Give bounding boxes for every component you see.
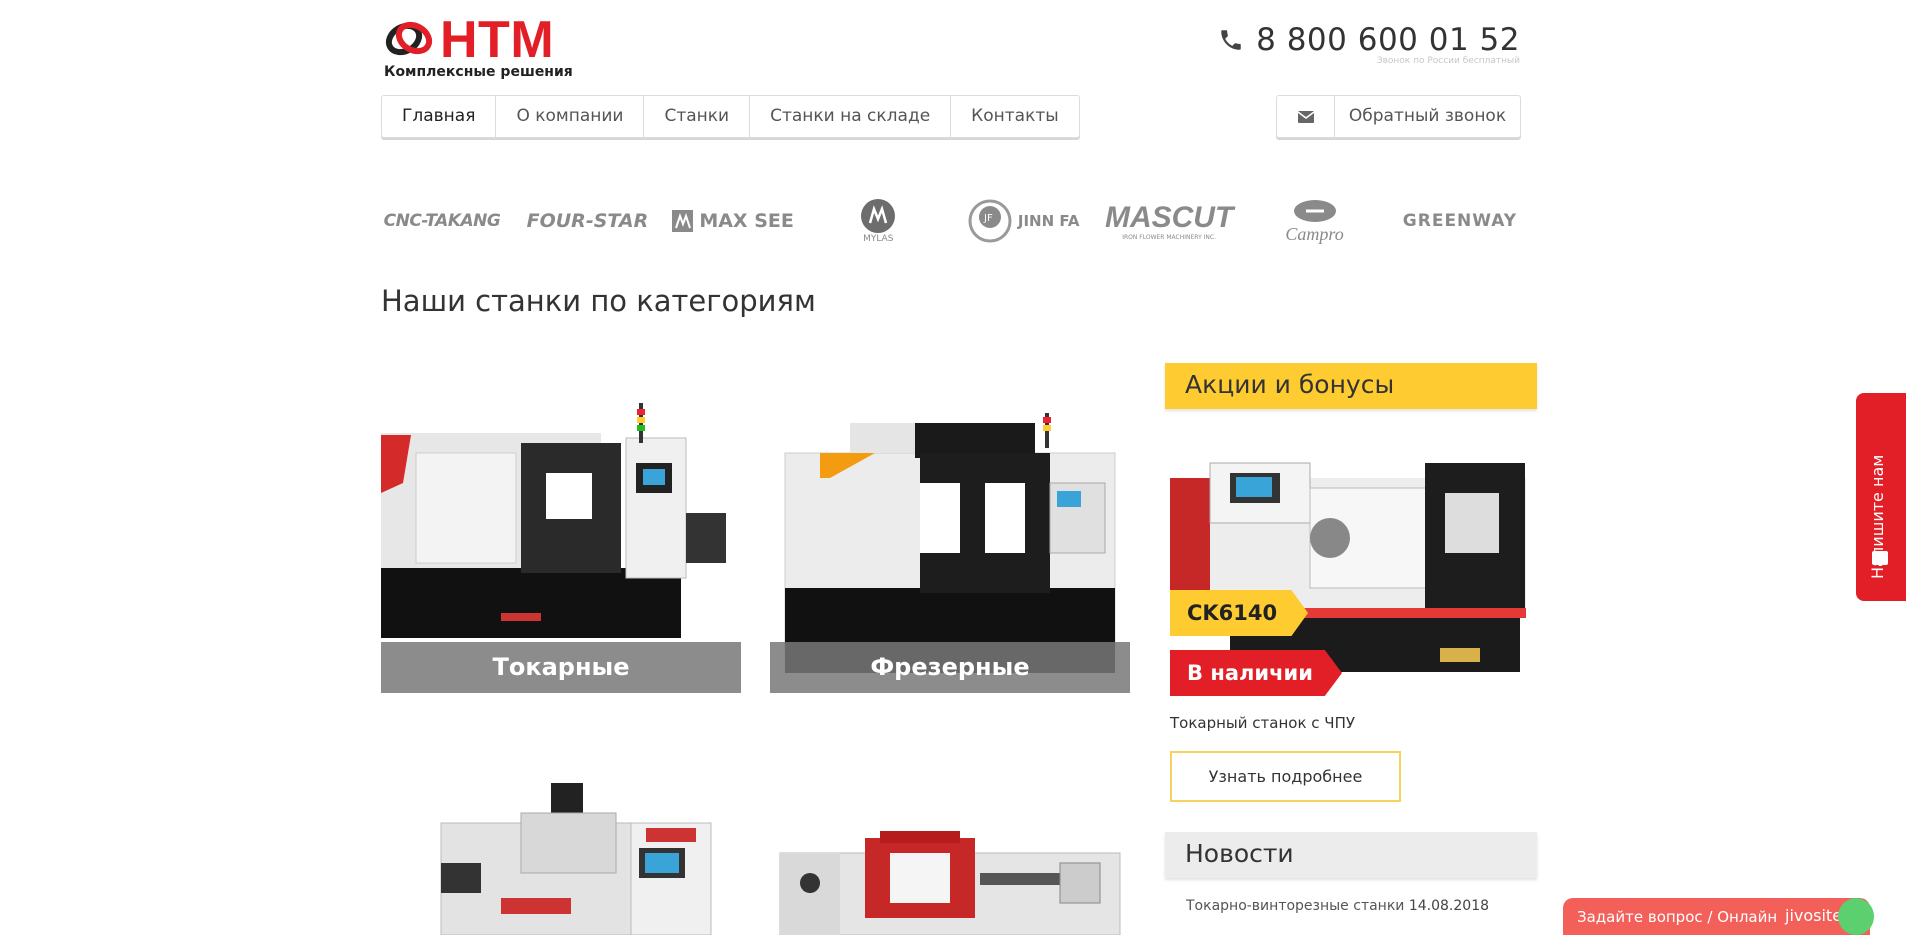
promo-stock-tag: В наличии	[1170, 650, 1342, 696]
nav-item-stock[interactable]: Станки на складе	[750, 96, 952, 137]
edm-image	[440, 783, 712, 935]
brand-label: CNC-TAKANG	[383, 211, 501, 231]
main-nav: Главная О компании Станки Станки на скла…	[381, 95, 1080, 138]
promo-model-tag: CK6140	[1170, 590, 1308, 636]
callback-label: Обратный звонок	[1348, 106, 1507, 126]
mylas-logo-icon	[861, 199, 896, 233]
write-us-label: Напишите нам	[1868, 454, 1887, 579]
brand-max-see[interactable]: MAX SEE	[671, 190, 794, 252]
chat-widget[interactable]: Задайте вопрос / Онлайн jivosite	[1563, 898, 1874, 935]
logo[interactable]: HTM Комплексные решения	[384, 11, 584, 82]
nav-item-machines[interactable]: Станки	[644, 96, 751, 137]
brand-logos: CNC-TAKANG FOUR-STAR MAX SEE MYLAS JF JI…	[381, 190, 1521, 252]
logo-mark-icon	[385, 21, 433, 56]
svg-text:JF: JF	[983, 213, 993, 224]
universal-lathe-image	[779, 831, 1121, 935]
brand-mascut[interactable]: MASCUT IRON FLOWER MACHINERY INC.	[1104, 190, 1234, 252]
brand-takang[interactable]: CNC-TAKANG	[381, 190, 503, 252]
brand-four-star[interactable]: FOUR-STAR	[526, 190, 649, 252]
campro-logo-icon	[1293, 199, 1336, 222]
chat-status-icon	[1838, 898, 1874, 935]
category-card-universal-lathe[interactable]	[770, 783, 1130, 935]
write-us-tab[interactable]: Напишите нам	[1856, 393, 1906, 601]
nav-item-contacts[interactable]: Контакты	[951, 96, 1079, 137]
category-card-edm[interactable]	[381, 783, 741, 935]
nav-item-about[interactable]: О компании	[496, 96, 645, 137]
brand-label: GREENWAY	[1402, 211, 1518, 231]
promo-machine-image	[1170, 462, 1526, 672]
brand-campro[interactable]: Campro	[1254, 190, 1376, 252]
brand-label: Campro	[1285, 223, 1344, 244]
brand-label: MAX SEE	[699, 210, 794, 232]
category-card-lathe[interactable]: Токарные	[381, 403, 741, 693]
logo-text: HTM	[440, 11, 555, 69]
news-heading: Новости	[1165, 832, 1537, 878]
news-item-title: Токарно-винторезные станки	[1186, 898, 1405, 914]
promo-heading: Акции и бонусы	[1165, 363, 1537, 409]
phone-number-link[interactable]: 8 800 600 01 52	[1256, 22, 1520, 58]
section-title: Наши станки по категориям	[381, 284, 816, 318]
promo-description: Токарный станок с ЧПУ	[1170, 714, 1355, 732]
brand-mylas[interactable]: MYLAS	[817, 190, 939, 252]
phone-block: 8 800 600 01 52 Звонок по России бесплат…	[1218, 22, 1520, 66]
category-card-milling[interactable]: Фрезерные	[770, 403, 1130, 693]
news-item[interactable]: Токарно-винторезные станки 14.08.2018	[1186, 898, 1489, 914]
envelope-icon	[1277, 96, 1335, 137]
brand-greenway[interactable]: GREENWAY	[1399, 190, 1521, 252]
callback-button[interactable]: Обратный звонок	[1276, 95, 1521, 138]
promo-details-button[interactable]: Узнать подробнее	[1170, 751, 1401, 802]
news-item-date: 14.08.2018	[1408, 898, 1490, 914]
nav-item-home[interactable]: Главная	[382, 96, 497, 137]
chat-brand: jivosite	[1785, 906, 1843, 925]
brand-label: JINN FA	[1017, 212, 1080, 230]
phone-icon	[1221, 30, 1241, 50]
category-label: Токарные	[381, 642, 741, 693]
chat-label: Задайте вопрос / Онлайн	[1577, 908, 1778, 926]
brand-sublabel: IRON FLOWER MACHINERY INC.	[1122, 233, 1216, 241]
category-label: Фрезерные	[770, 642, 1130, 693]
logo-subtitle: Комплексные решения	[384, 64, 573, 80]
brand-jinn-fa[interactable]: JF JINN FA	[963, 190, 1085, 252]
brand-label: MASCUT	[1104, 200, 1234, 234]
max-see-logo-icon	[671, 210, 694, 232]
jinn-fa-logo-icon: JF	[968, 199, 1012, 243]
brand-sublabel: MYLAS	[863, 234, 894, 244]
brand-label: FOUR-STAR	[526, 210, 649, 232]
